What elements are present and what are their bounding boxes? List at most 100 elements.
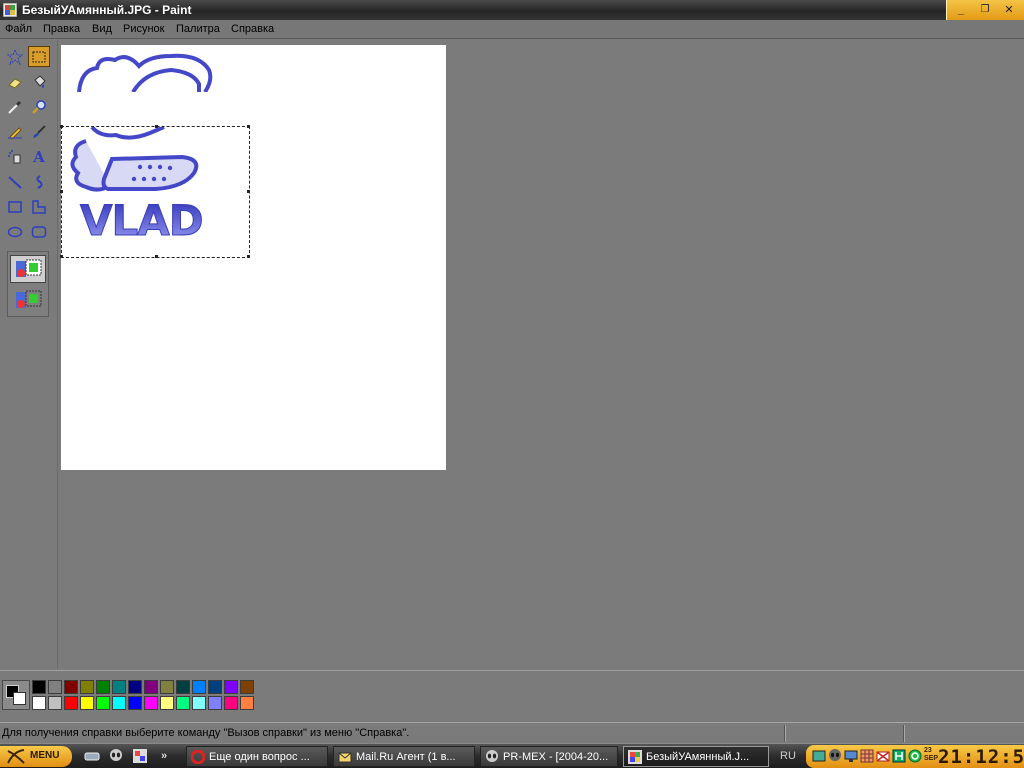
task-paint[interactable]: БезыйУАмянный.J... (623, 746, 769, 767)
task-label: Еще один вопрос ... (209, 751, 310, 763)
mail-tray-icon[interactable] (876, 749, 890, 763)
tool-ellipse[interactable] (4, 221, 26, 242)
tool-rectangle[interactable] (4, 196, 26, 217)
vlad-logo: VLAD (70, 127, 204, 246)
palette-color-swatch[interactable] (80, 696, 94, 710)
rect-selection[interactable]: VLAD (60, 125, 250, 258)
selection-handle-s[interactable] (155, 255, 158, 258)
task-mail-agent[interactable]: Mail.Ru Агент (1 в... (333, 746, 475, 767)
palette-color-swatch[interactable] (48, 680, 62, 694)
rounded-rect-icon (31, 225, 47, 238)
tool-magnifier[interactable] (28, 96, 50, 117)
start-button[interactable]: MENU (0, 746, 72, 767)
eraser-icon (8, 77, 22, 89)
palette-color-swatch[interactable] (96, 680, 110, 694)
antivirus-tray-icon[interactable] (892, 749, 906, 763)
ellipse-icon (7, 226, 23, 237)
palette-color-swatch[interactable] (240, 696, 254, 710)
restore-button[interactable]: ❐ (977, 3, 993, 17)
palette-color-swatch[interactable] (176, 680, 190, 694)
palette-color-swatch[interactable] (192, 696, 206, 710)
palette-color-swatch[interactable] (128, 696, 142, 710)
tool-airbrush[interactable] (4, 146, 26, 167)
menu-palette[interactable]: Палитра (176, 23, 220, 35)
selection-handle-e[interactable] (247, 190, 250, 193)
tool-eraser[interactable] (4, 71, 26, 92)
palette-color-swatch[interactable] (112, 696, 126, 710)
palette-color-swatch[interactable] (80, 680, 94, 694)
palette-color-swatch[interactable] (160, 680, 174, 694)
palette-color-swatch[interactable] (32, 680, 46, 694)
tool-polygon[interactable] (28, 196, 50, 217)
palette-color-swatch[interactable] (96, 696, 110, 710)
selection-handle-sw[interactable] (60, 255, 63, 258)
magnifier-icon (32, 99, 46, 114)
palette-color-swatch[interactable] (144, 696, 158, 710)
palette-color-swatch[interactable] (64, 696, 78, 710)
tool-pencil[interactable] (4, 121, 26, 142)
menu-view[interactable]: Вид (92, 23, 112, 35)
task-pr-mex[interactable]: PR-MEX - [2004-20... (480, 746, 618, 767)
palette-color-swatch[interactable] (48, 696, 62, 710)
palette-color-swatch[interactable] (224, 680, 238, 694)
palette-color-swatch[interactable] (224, 696, 238, 710)
transparent-selection-option[interactable] (10, 286, 46, 314)
tool-brush[interactable] (28, 121, 50, 142)
free-form-select-icon (7, 48, 23, 65)
window-controls: _ ❐ ✕ (946, 0, 1024, 20)
selection-handle-n[interactable] (155, 125, 158, 128)
clock-date: 23 SEP (924, 747, 938, 763)
palette-color-swatch[interactable] (144, 680, 158, 694)
palette-color-swatch[interactable] (240, 680, 254, 694)
paint-app-icon[interactable] (2, 2, 18, 18)
quick-launch-alien-icon[interactable] (108, 749, 124, 763)
palette-color-swatch[interactable] (176, 696, 190, 710)
opaque-selection-option[interactable] (10, 255, 46, 283)
current-colors[interactable] (2, 680, 30, 710)
clock[interactable]: 21:12:54 (938, 746, 1024, 768)
refresh-tray-icon[interactable] (908, 749, 922, 763)
drawing-canvas[interactable]: VLAD (60, 45, 446, 470)
tool-rounded-rect[interactable] (28, 221, 50, 242)
clock-day: 23 (924, 747, 932, 754)
palette-color-swatch[interactable] (208, 680, 222, 694)
palette-color-swatch[interactable] (208, 696, 222, 710)
title-bar: БезыйУАмянный.JPG - Paint _ ❐ ✕ (0, 0, 1024, 20)
palette-color-swatch[interactable] (192, 680, 206, 694)
palette-color-swatch[interactable] (32, 696, 46, 710)
tool-color-picker[interactable] (4, 96, 26, 117)
selection-handle-se[interactable] (247, 255, 250, 258)
selection-handle-ne[interactable] (247, 125, 250, 128)
palette-color-swatch[interactable] (112, 680, 126, 694)
minimize-button[interactable]: _ (953, 3, 969, 17)
palette-color-swatch[interactable] (128, 680, 142, 694)
menu-edit[interactable]: Правка (43, 23, 80, 35)
menu-help[interactable]: Справка (231, 23, 274, 35)
tool-line[interactable] (4, 171, 26, 192)
curve-icon (36, 174, 43, 189)
selection-handle-w[interactable] (60, 190, 63, 193)
quick-launch-paint-icon[interactable] (132, 749, 148, 763)
tool-free-select[interactable] (4, 46, 26, 67)
menu-file[interactable]: Файл (5, 23, 32, 35)
menu-image[interactable]: Рисунок (123, 23, 165, 35)
tool-text[interactable]: A (28, 146, 50, 167)
palette-color-swatch[interactable] (160, 696, 174, 710)
close-button[interactable]: ✕ (1001, 3, 1017, 17)
task-label: Mail.Ru Агент (1 в... (356, 751, 456, 763)
opera-icon (191, 750, 205, 764)
language-indicator[interactable]: RU (780, 750, 796, 762)
tool-curve[interactable] (28, 171, 50, 192)
alien-tray-icon[interactable] (828, 749, 842, 763)
display-tray-icon[interactable] (844, 749, 858, 763)
tool-fill[interactable] (28, 71, 50, 92)
tool-rect-select[interactable] (28, 46, 50, 67)
grid-tray-icon[interactable] (860, 749, 874, 763)
task-opera[interactable]: Еще один вопрос ... (186, 746, 328, 767)
quick-launch-more-button[interactable]: » (156, 749, 172, 763)
selection-handle-nw[interactable] (60, 125, 63, 128)
network-tray-icon[interactable] (812, 749, 826, 763)
rectangle-icon (8, 200, 22, 213)
quick-launch-network-icon[interactable] (84, 749, 100, 763)
palette-color-swatch[interactable] (64, 680, 78, 694)
